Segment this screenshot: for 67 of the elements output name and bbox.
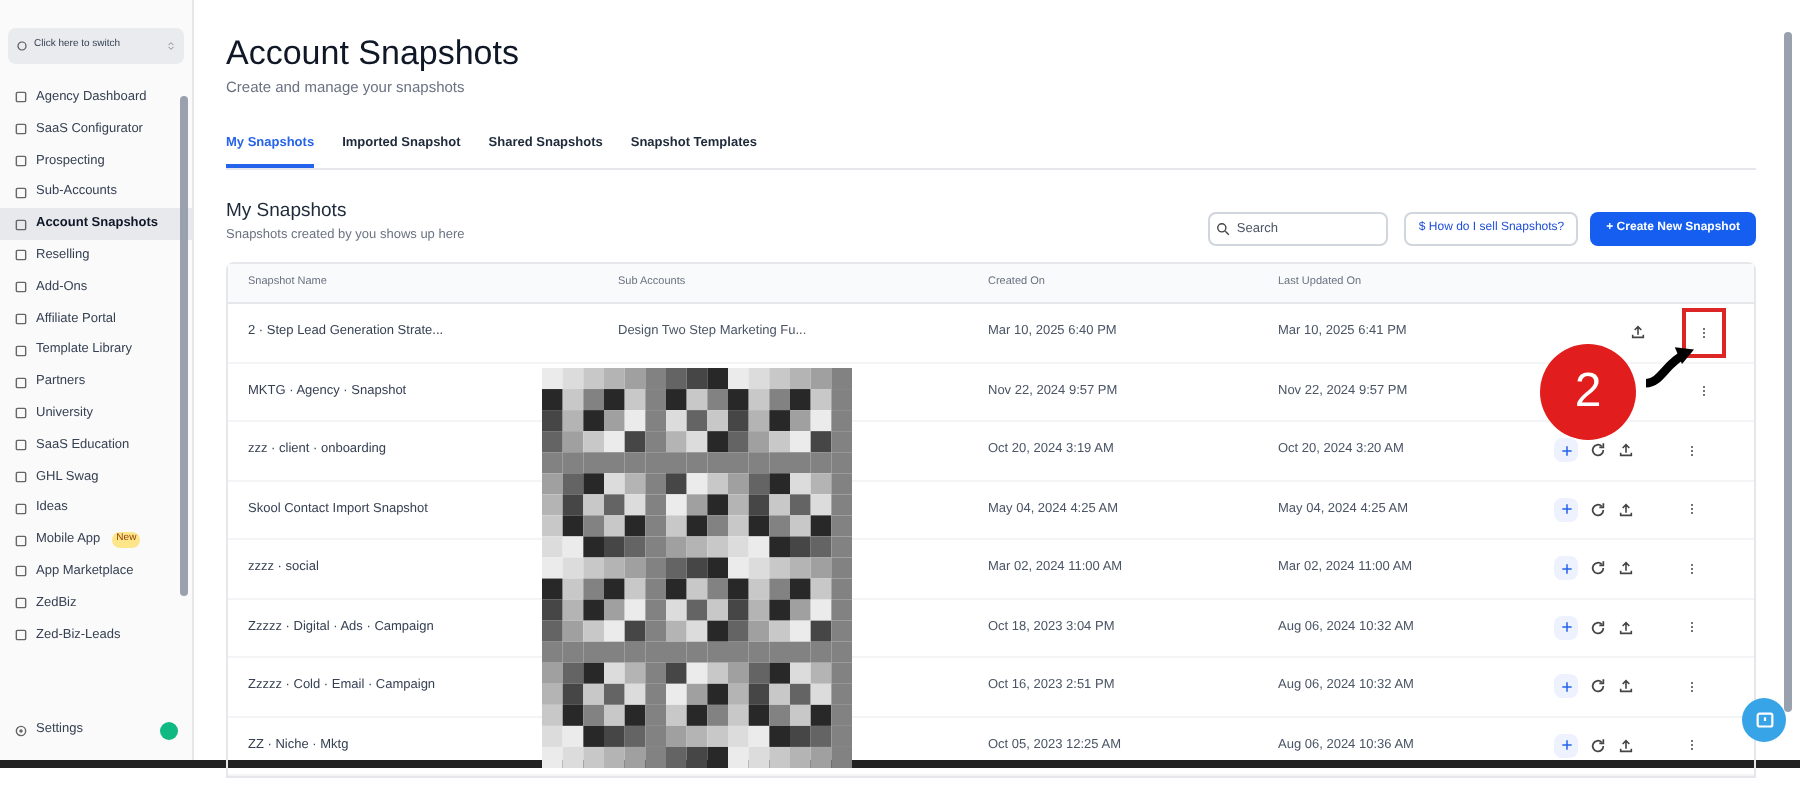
add-button[interactable] xyxy=(1554,438,1578,463)
menu-item-icon xyxy=(14,217,28,232)
plus-icon xyxy=(1559,561,1573,576)
menu-item-icon xyxy=(14,501,28,516)
menu-item-icon xyxy=(14,406,28,421)
chat-icon xyxy=(1753,709,1775,731)
menu-item-icon xyxy=(14,90,28,105)
menu-item-icon xyxy=(14,627,28,642)
add-button[interactable] xyxy=(1554,733,1578,758)
refresh-button[interactable] xyxy=(1590,678,1606,695)
refresh-button[interactable] xyxy=(1590,619,1606,636)
upload-button[interactable] xyxy=(1618,737,1634,754)
add-button[interactable] xyxy=(1554,497,1578,522)
menu-item-icon xyxy=(14,185,28,200)
refresh-icon xyxy=(1590,501,1606,518)
refresh-icon xyxy=(1590,442,1606,459)
menu-item-icon xyxy=(14,596,28,611)
upload-icon xyxy=(1618,619,1634,636)
search-icon xyxy=(1216,222,1231,236)
refresh-icon xyxy=(1590,560,1606,577)
refresh-button[interactable] xyxy=(1590,737,1606,754)
upload-button[interactable] xyxy=(1618,442,1634,459)
menu-item-icon xyxy=(14,343,28,358)
plus-icon xyxy=(1559,502,1573,517)
upload-button[interactable] xyxy=(1618,501,1634,518)
upload-button[interactable] xyxy=(1618,560,1634,577)
upload-icon xyxy=(1618,678,1634,695)
upload-icon xyxy=(1618,442,1634,459)
page-title: Account Snapshots xyxy=(226,36,521,70)
sidebar-scrollbar[interactable] xyxy=(180,96,188,596)
upload-icon xyxy=(1630,324,1646,341)
refresh-button[interactable] xyxy=(1590,501,1606,518)
refresh-icon xyxy=(1590,737,1606,754)
refresh-button[interactable] xyxy=(1590,442,1606,459)
section-title: My Snapshots xyxy=(226,198,349,226)
plus-icon xyxy=(1559,620,1573,635)
menu-item-icon xyxy=(14,311,28,326)
menu-item-icon xyxy=(14,248,28,263)
menu-item-icon xyxy=(14,280,28,295)
menu-item-icon xyxy=(14,469,28,484)
refresh-icon xyxy=(1590,619,1606,636)
add-button[interactable] xyxy=(1554,674,1578,699)
menu-item-icon xyxy=(14,375,28,390)
chevron-icon xyxy=(166,40,176,52)
add-button[interactable] xyxy=(1554,556,1578,581)
location-icon xyxy=(16,40,28,52)
scrollbar[interactable] xyxy=(1784,32,1792,712)
upload-button[interactable] xyxy=(1630,324,1646,341)
upload-button[interactable] xyxy=(1618,619,1634,636)
chat-button[interactable] xyxy=(1742,698,1786,742)
upload-button[interactable] xyxy=(1618,678,1634,695)
menu-item-icon xyxy=(14,153,28,168)
upload-icon xyxy=(1618,560,1634,577)
refresh-button[interactable] xyxy=(1590,560,1606,577)
settings-icon xyxy=(14,723,28,738)
menu-item-icon xyxy=(14,438,28,453)
upload-icon xyxy=(1618,737,1634,754)
refresh-icon xyxy=(1590,678,1606,695)
plus-icon xyxy=(1559,443,1573,458)
add-button[interactable] xyxy=(1554,615,1578,640)
menu-item-icon xyxy=(14,564,28,579)
upload-icon xyxy=(1618,501,1634,518)
plus-icon xyxy=(1559,738,1573,753)
menu-item-icon xyxy=(14,122,28,137)
plus-icon xyxy=(1559,679,1573,694)
step-number-badge: 2 xyxy=(1540,344,1636,440)
menu-item-icon xyxy=(14,533,28,548)
